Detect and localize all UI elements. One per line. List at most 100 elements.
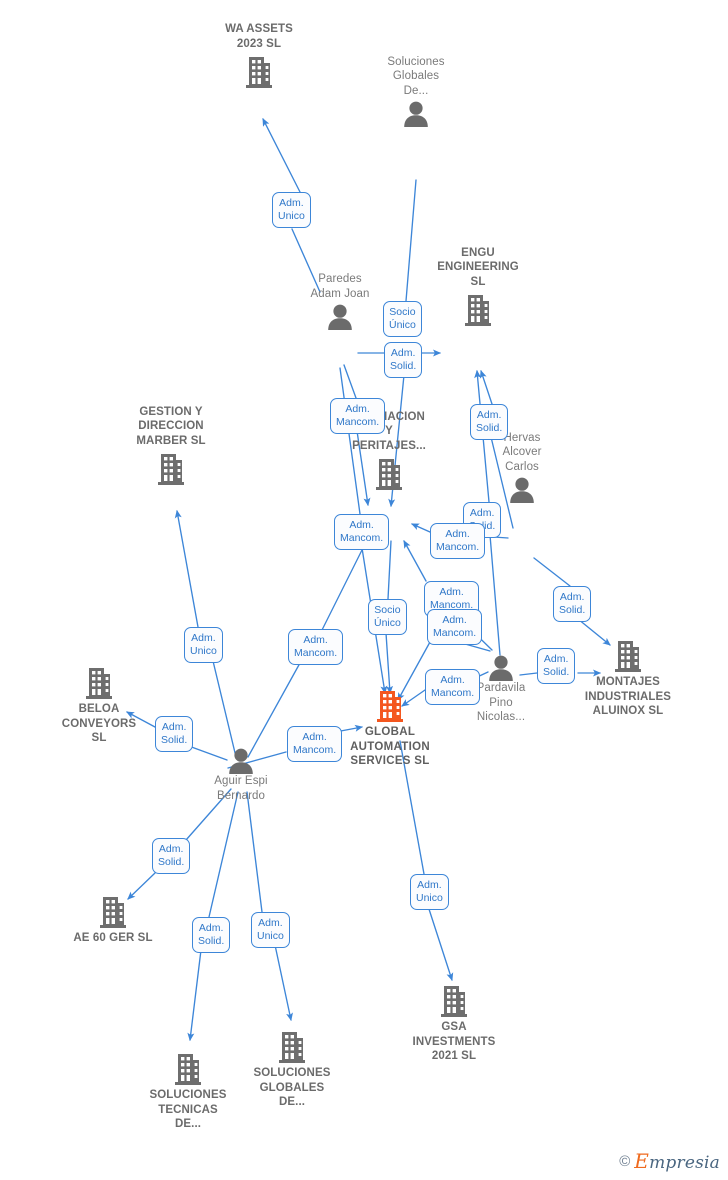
empresia-logo-rest: mpresia (649, 1153, 720, 1173)
graph-node-wa_assets[interactable]: WA ASSETS 2023 SL (199, 22, 319, 88)
relationship-tag-t10[interactable]: Adm. Solid. (553, 586, 592, 622)
relationship-tag-t18[interactable]: Adm. Mancom. (287, 726, 343, 762)
relationship-tag-t5[interactable]: Adm. Solid. (470, 404, 509, 440)
relationship-tag-t20[interactable]: Adm. Unico (410, 874, 449, 910)
tag-line-2: Unico (257, 930, 284, 942)
node-label: ENGU ENGINEERING SL (437, 246, 519, 288)
tag-line-1: Adm. (279, 197, 304, 209)
node-label: WA ASSETS 2023 SL (225, 23, 293, 50)
graph-node-gestion_marber[interactable]: GESTION Y DIRECCION MARBER SL (111, 405, 231, 485)
relationship-tag-t15[interactable]: Adm. Unico (184, 627, 223, 663)
node-label: BELOA CONVEYORS SL (61, 703, 137, 744)
empresia-watermark: © Empresia (619, 1151, 720, 1172)
relationship-tag-t8[interactable]: Adm. Mancom. (430, 523, 486, 559)
tag-line-1: Adm. (345, 403, 370, 415)
node-label: GLOBAL AUTOMATION SERVICES SL (350, 726, 430, 767)
relationship-tag-t4[interactable]: Adm. Mancom. (330, 398, 386, 434)
relationship-tag-t19[interactable]: Adm. Solid. (152, 838, 191, 874)
tag-line-2: Solid. (158, 856, 185, 868)
tag-line-2: Unico (278, 210, 305, 222)
edge-40 (246, 791, 263, 913)
tag-line-1: Adm. (349, 519, 374, 531)
tag-line-1: Adm. (303, 634, 328, 646)
company-icon (128, 1051, 248, 1085)
tag-line-2: Solid. (161, 734, 188, 746)
company-icon (111, 451, 231, 485)
graph-node-sol_glob_de_p[interactable]: Soluciones Globales De... (356, 55, 476, 127)
tag-line-2: Solid. (559, 604, 586, 616)
tag-line-1: Adm. (439, 586, 464, 598)
graph-node-paredes[interactable]: Paredes Adam Joan (280, 272, 400, 330)
relationship-tag-t22[interactable]: Adm. Unico (251, 912, 290, 948)
relationship-tag-t13[interactable]: Adm. Solid. (537, 648, 576, 684)
node-label: SOLUCIONES TECNICAS DE... (149, 1089, 227, 1130)
graph-node-beloa[interactable]: BELOA CONVEYORS SL (39, 665, 159, 746)
company-icon (329, 456, 449, 490)
edge-16 (533, 557, 571, 587)
relationship-tag-t11[interactable]: Socio Único (368, 599, 407, 635)
relationship-tag-t16[interactable]: Adm. Mancom. (288, 629, 344, 665)
tag-line-2: Único (389, 319, 416, 331)
tag-line-1: Adm. (559, 591, 585, 603)
tag-line-1: Adm. (476, 409, 502, 421)
tag-line-2: Solid. (198, 935, 225, 947)
person-icon (181, 748, 301, 774)
person-icon (280, 304, 400, 330)
tag-line-2: Solid. (476, 422, 503, 434)
tag-line-2: Mancom. (294, 647, 338, 659)
edge-2 (405, 179, 417, 302)
tag-line-1: Adm. (440, 674, 465, 686)
relationship-tag-t17[interactable]: Adm. Solid. (155, 716, 194, 752)
tag-line-2: Mancom. (431, 687, 475, 699)
tag-line-2: Unico (190, 645, 217, 657)
tag-line-2: Mancom. (293, 744, 337, 756)
tag-line-1: Adm. (469, 507, 495, 519)
relationship-tag-t21[interactable]: Adm. Solid. (192, 917, 231, 953)
tag-line-1: Adm. (158, 843, 184, 855)
node-label: Paredes Adam Joan (310, 273, 370, 300)
node-label: Soluciones Globales De... (387, 55, 445, 97)
graph-node-hervas[interactable]: Hervas Alcover Carlos (462, 431, 582, 503)
tag-line-1: Socio (374, 604, 401, 616)
relationship-tag-t14[interactable]: Adm. Mancom. (425, 669, 481, 705)
empresia-logo-initial: E (634, 1149, 650, 1173)
tag-line-1: Adm. (442, 614, 467, 626)
relationship-tag-t12[interactable]: Adm. Mancom. (427, 609, 483, 645)
graph-node-sol_tecnicas[interactable]: SOLUCIONES TECNICAS DE... (128, 1051, 248, 1132)
relationship-tag-t7[interactable]: Adm. Mancom. (334, 514, 390, 550)
graph-node-ae60ger[interactable]: AE 60 GER SL (53, 894, 173, 946)
graph-node-montajes[interactable]: MONTAJES INDUSTRIALES ALUINOX SL (568, 638, 688, 719)
relationship-tag-t3[interactable]: Adm. Solid. (384, 342, 423, 378)
tag-line-1: Adm. (417, 879, 442, 891)
relationship-tag-t2[interactable]: Socio Único (383, 301, 422, 337)
edge-41 (274, 944, 293, 1022)
company-icon (53, 894, 173, 928)
tag-line-1: Adm. (198, 922, 224, 934)
tag-line-1: Adm. (390, 347, 416, 359)
empresia-logo: Empresia (634, 1151, 720, 1172)
node-label: GESTION Y DIRECCION MARBER SL (136, 405, 206, 447)
tag-line-1: Socio (389, 306, 416, 318)
tag-line-2: Mancom. (433, 627, 477, 639)
graph-node-engu[interactable]: ENGU ENGINEERING SL (418, 246, 538, 326)
tag-line-1: Adm. (445, 528, 470, 540)
company-icon (394, 983, 514, 1017)
node-label: Aguir Espi Bernardo (214, 775, 268, 802)
edge-28 (212, 660, 237, 758)
company-icon (39, 665, 159, 699)
company-icon (568, 638, 688, 672)
tag-line-2: Unico (416, 892, 443, 904)
relationship-diagram-canvas: WA ASSETS 2023 SL Soluciones Globales De.… (0, 0, 728, 1180)
person-icon (356, 101, 476, 127)
tag-line-1: Adm. (543, 653, 569, 665)
graph-node-gsa[interactable]: GSA INVESTMENTS 2021 SL (394, 983, 514, 1064)
graph-node-aguir[interactable]: Aguir Espi Bernardo (181, 748, 301, 803)
edge-0 (262, 118, 301, 193)
tag-line-2: Único (374, 617, 401, 629)
relationship-tag-t1[interactable]: Adm. Unico (272, 192, 311, 228)
tag-line-2: Mancom. (436, 541, 480, 553)
tag-line-1: Adm. (302, 731, 327, 743)
node-label: SOLUCIONES GLOBALES DE... (253, 1067, 331, 1108)
graph-node-sol_globales[interactable]: SOLUCIONES GLOBALES DE... (232, 1029, 352, 1110)
tag-line-2: Solid. (543, 666, 570, 678)
